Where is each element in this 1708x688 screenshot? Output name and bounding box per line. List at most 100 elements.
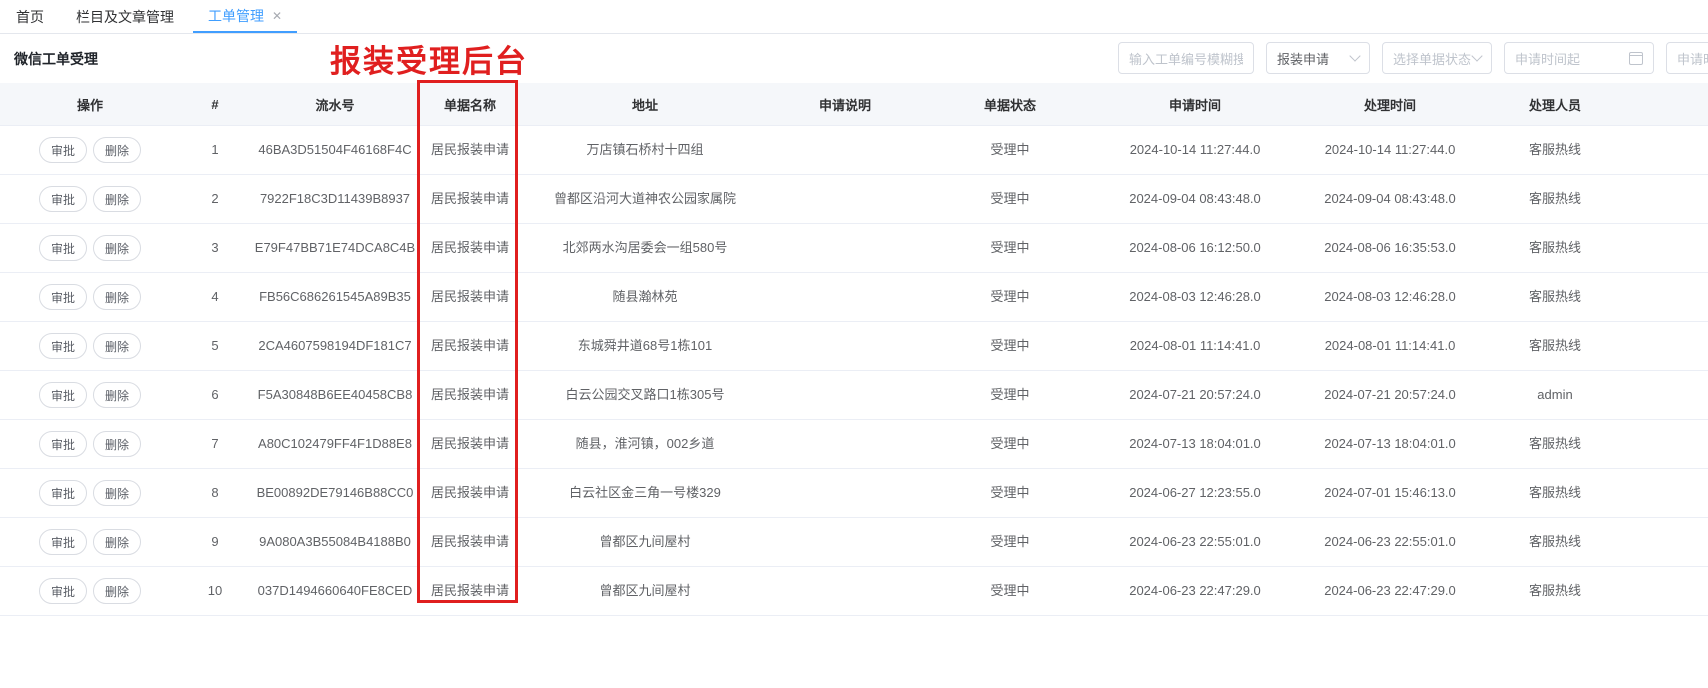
row-status: 受理中 [920,239,1100,257]
row-address: 东城舜井道68号1栋101 [520,337,770,355]
filter-bar: 输入工单编号模糊搜索 报装申请 选择单据状态 申请时间起 申请时间止 [1118,42,1708,74]
calendar-icon [1629,52,1643,65]
apply-date-end-input[interactable]: 申请时间止 [1666,42,1708,74]
date-end-placeholder: 申请时间止 [1677,49,1708,68]
table-row: 审批 删除 5 2CA4607598194DF181C7 居民报装申请 东城舜井… [0,322,1708,371]
table-row: 审批 删除 2 7922F18C3D11439B8937 居民报装申请 曾都区沿… [0,175,1708,224]
delete-button[interactable]: 删除 [93,186,141,212]
delete-button[interactable]: 删除 [93,284,141,310]
row-actions: 审批 删除 [0,578,180,604]
row-index: 5 [180,337,250,355]
row-index: 2 [180,190,250,208]
row-index: 1 [180,141,250,159]
row-doc-name: 居民报装申请 [420,141,520,159]
row-address: 万店镇石桥村十四组 [520,141,770,159]
row-index: 6 [180,386,250,404]
row-serial: BE00892DE79146B88CC0 [250,484,420,502]
row-doc-name: 居民报装申请 [420,533,520,551]
row-serial: E79F47BB71E74DCA8C4B [250,239,420,257]
row-index: 3 [180,239,250,257]
table-body: 审批 删除 1 46BA3D51504F46168F4C 居民报装申请 万店镇石… [0,126,1708,616]
row-handler: 客服热线 [1490,533,1620,551]
approve-button[interactable]: 审批 [39,186,87,212]
delete-button[interactable]: 删除 [93,578,141,604]
column-header-handler: 处理人员 [1490,95,1620,114]
delete-button[interactable]: 删除 [93,235,141,261]
column-header-actions: 操作 [0,95,180,114]
row-serial: 46BA3D51504F46168F4C [250,141,420,159]
apply-date-start-input[interactable]: 申请时间起 [1504,42,1654,74]
row-address: 曾都区九间屋村 [520,582,770,600]
row-status: 受理中 [920,386,1100,404]
delete-button[interactable]: 删除 [93,333,141,359]
row-process-time: 2024-07-01 15:46:13.0 [1290,484,1490,502]
row-handler: 客服热线 [1490,484,1620,502]
delete-button[interactable]: 删除 [93,480,141,506]
delete-button[interactable]: 删除 [93,137,141,163]
approve-button[interactable]: 审批 [39,529,87,555]
row-serial: 037D1494660640FE8CED [250,582,420,600]
row-actions: 审批 删除 [0,333,180,359]
row-status: 受理中 [920,435,1100,453]
row-process-time: 2024-09-04 08:43:48.0 [1290,190,1490,208]
delete-button[interactable]: 删除 [93,382,141,408]
row-index: 8 [180,484,250,502]
row-doc-name: 居民报装申请 [420,190,520,208]
tab-home[interactable]: 首页 [16,0,44,33]
row-index: 4 [180,288,250,306]
row-serial: 9A080A3B55084B4188B0 [250,533,420,551]
approve-button[interactable]: 审批 [39,137,87,163]
chevron-down-icon [1471,50,1482,61]
row-address: 曾都区九间屋村 [520,533,770,551]
close-icon[interactable]: ✕ [272,10,282,22]
tab-articles-management[interactable]: 栏目及文章管理 [76,0,174,33]
row-index: 9 [180,533,250,551]
order-number-search-input[interactable]: 输入工单编号模糊搜索 [1118,42,1254,74]
row-actions: 审批 删除 [0,186,180,212]
delete-button[interactable]: 删除 [93,529,141,555]
approve-button[interactable]: 审批 [39,284,87,310]
row-process-time: 2024-08-03 12:46:28.0 [1290,288,1490,306]
order-status-select[interactable]: 选择单据状态 [1382,42,1492,74]
column-header-doc-name: 单据名称 [420,95,520,114]
row-status: 受理中 [920,582,1100,600]
row-actions: 审批 删除 [0,284,180,310]
approve-button[interactable]: 审批 [39,333,87,359]
approve-button[interactable]: 审批 [39,235,87,261]
column-header-status: 单据状态 [920,95,1100,114]
table-row: 审批 删除 10 037D1494660640FE8CED 居民报装申请 曾都区… [0,567,1708,616]
annotation-text: 报装受理后台 [330,36,528,81]
row-apply-time: 2024-07-21 20:57:24.0 [1100,386,1290,404]
row-actions: 审批 删除 [0,382,180,408]
row-index: 10 [180,582,250,600]
approve-button[interactable]: 审批 [39,578,87,604]
row-status: 受理中 [920,533,1100,551]
column-header-address: 地址 [520,95,770,114]
row-serial: FB56C686261545A89B35 [250,288,420,306]
order-type-select[interactable]: 报装申请 [1266,42,1370,74]
row-process-time: 2024-10-14 11:27:44.0 [1290,141,1490,159]
row-apply-time: 2024-06-23 22:47:29.0 [1100,582,1290,600]
approve-button[interactable]: 审批 [39,431,87,457]
row-apply-time: 2024-06-23 22:55:01.0 [1100,533,1290,551]
row-handler: 客服热线 [1490,141,1620,159]
tab-work-order-management-active[interactable]: 工单管理 ✕ [193,0,297,33]
column-header-index: # [180,97,250,112]
row-apply-time: 2024-08-03 12:46:28.0 [1100,288,1290,306]
table-row: 审批 删除 7 A80C102479FF4F1D88E8 居民报装申请 随县，淮… [0,420,1708,469]
delete-button[interactable]: 删除 [93,431,141,457]
approve-button[interactable]: 审批 [39,382,87,408]
row-address: 随县，淮河镇，002乡道 [520,435,770,453]
tab-work-order-label: 工单管理 [208,6,264,26]
row-handler: 客服热线 [1490,582,1620,600]
row-doc-name: 居民报装申请 [420,435,520,453]
row-handler: 客服热线 [1490,337,1620,355]
table-header-row: 操作 # 流水号 单据名称 地址 申请说明 单据状态 申请时间 处理时间 处理人… [0,83,1708,126]
row-apply-time: 2024-08-06 16:12:50.0 [1100,239,1290,257]
approve-button[interactable]: 审批 [39,480,87,506]
row-doc-name: 居民报装申请 [420,484,520,502]
row-process-time: 2024-06-23 22:55:01.0 [1290,533,1490,551]
row-status: 受理中 [920,337,1100,355]
tab-home-label: 首页 [16,7,44,27]
row-handler: 客服热线 [1490,190,1620,208]
